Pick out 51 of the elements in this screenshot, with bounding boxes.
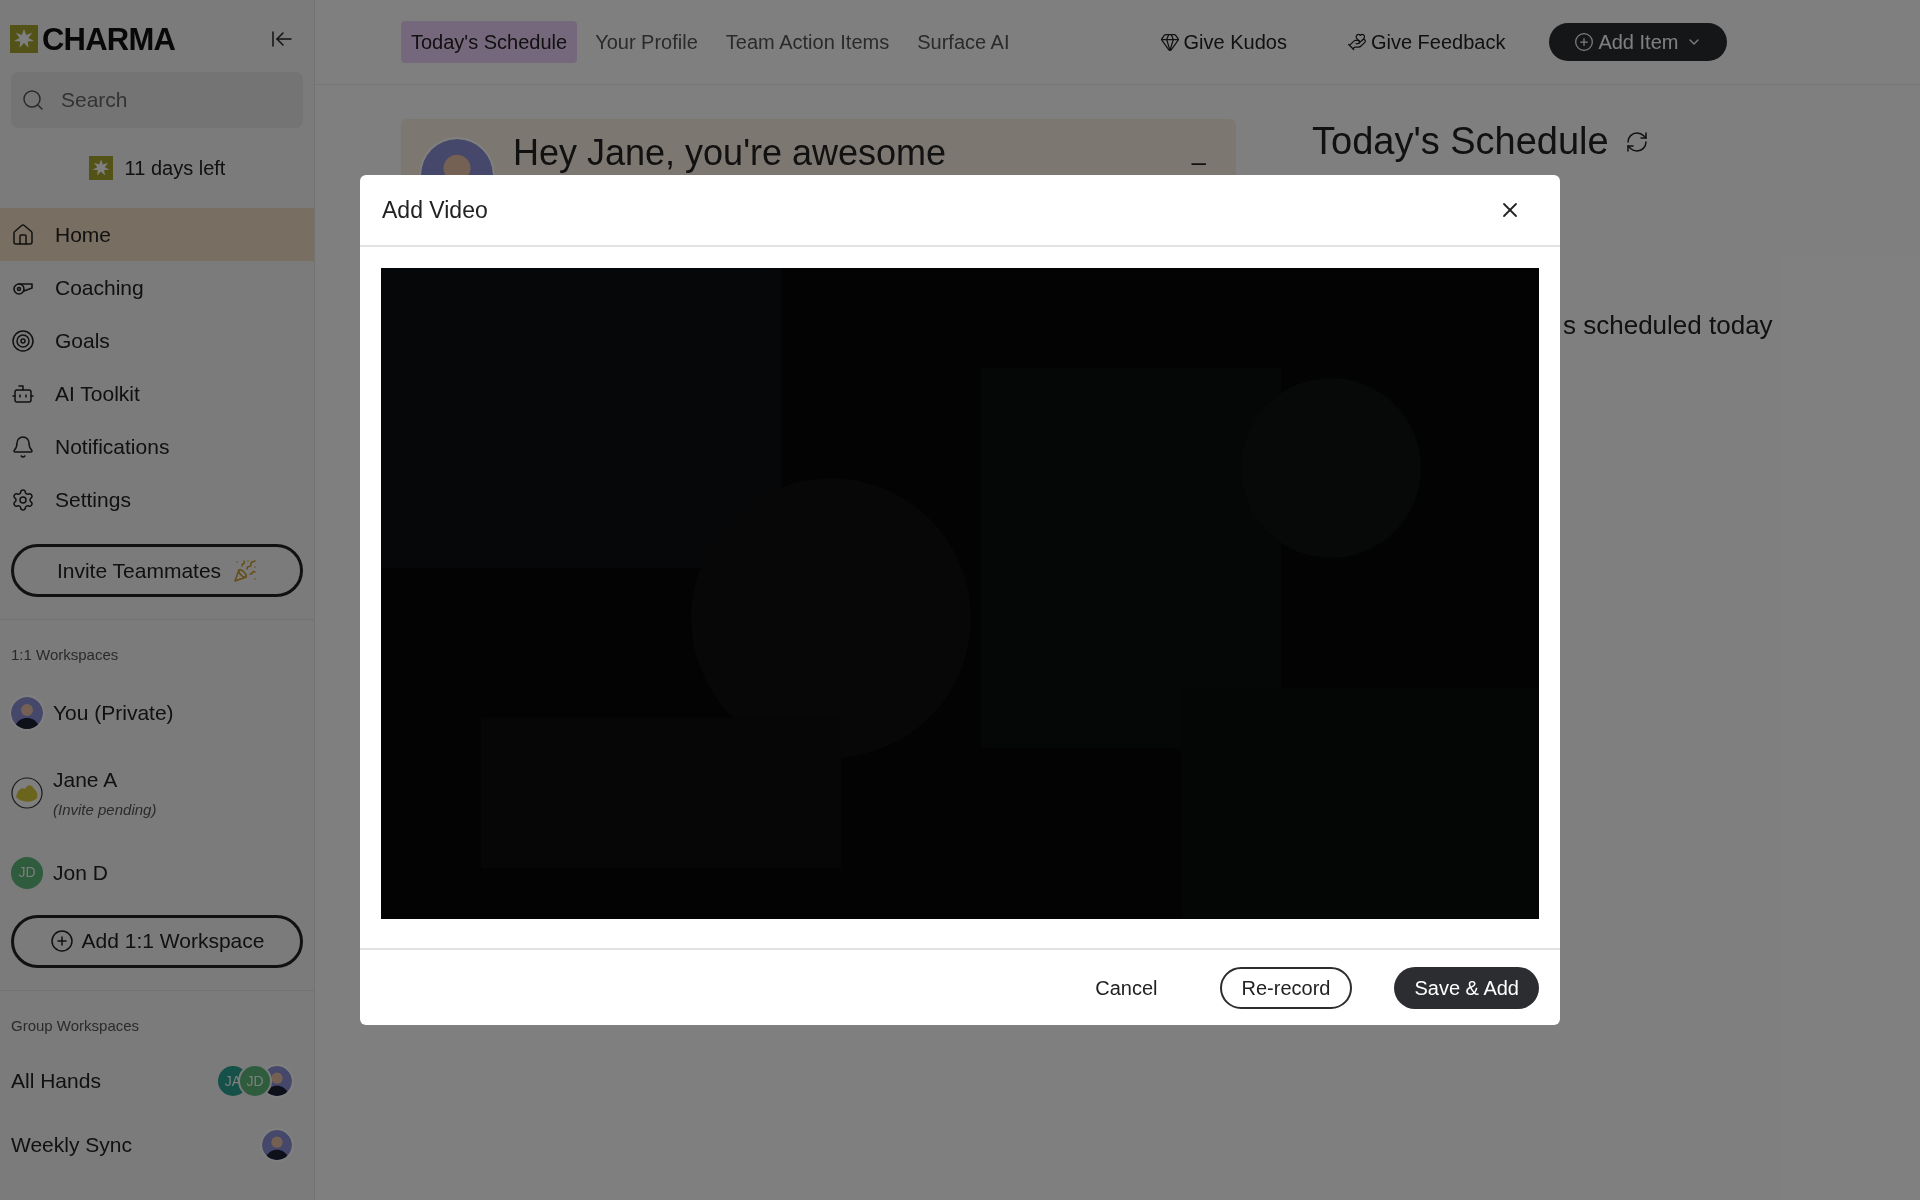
nav-tab[interactable]: Your Profile bbox=[585, 21, 708, 63]
nav-tab[interactable]: Surface AI bbox=[907, 21, 1020, 63]
invite-teammates-button[interactable]: Invite Teammates bbox=[11, 544, 303, 597]
nav-item[interactable]: AI Toolkit bbox=[0, 367, 314, 420]
logo-text: CHARMA bbox=[42, 23, 176, 55]
gem-icon bbox=[1159, 32, 1180, 52]
nav-tab[interactable]: Today's Schedule bbox=[401, 21, 578, 63]
bell-icon bbox=[11, 434, 35, 459]
nav-tab[interactable]: Team Action Items bbox=[715, 21, 900, 63]
search-icon bbox=[21, 88, 45, 112]
logo-icon bbox=[88, 156, 113, 180]
settings-icon bbox=[11, 487, 35, 512]
workspace-item[interactable]: JD Jon D bbox=[0, 840, 314, 905]
house-icon bbox=[11, 222, 35, 247]
nav-item[interactable]: Coaching bbox=[0, 261, 314, 314]
give-feedback-button[interactable]: Give Feedback bbox=[1346, 27, 1506, 57]
schedule-title: Today's Schedule bbox=[1312, 119, 1609, 164]
nav-item[interactable]: Settings bbox=[0, 473, 314, 526]
dialog-title: Add Video bbox=[382, 195, 488, 225]
collapse-button[interactable]: – bbox=[1191, 143, 1206, 182]
card-title: Hey Jane, you're awesome bbox=[513, 135, 948, 171]
invite-pending-note: (Invite pending) bbox=[53, 800, 157, 820]
section-heading: Group Workspaces bbox=[10, 1015, 141, 1036]
nav-item[interactable]: Goals bbox=[0, 314, 314, 367]
cancel-button[interactable]: Cancel bbox=[1075, 966, 1178, 1009]
empty-schedule-text: s scheduled today bbox=[1563, 309, 1773, 342]
search-field[interactable]: Search bbox=[11, 72, 303, 128]
workspace-item[interactable]: You (Private) bbox=[0, 680, 314, 745]
add-workspace-button[interactable]: Add 1:1 Workspace bbox=[11, 914, 303, 968]
avatar: JD bbox=[11, 856, 43, 889]
avatar bbox=[11, 696, 43, 729]
rerecord-button[interactable]: Re-record bbox=[1219, 966, 1353, 1009]
hand-heart-icon bbox=[1346, 32, 1367, 52]
plus-icon bbox=[49, 929, 74, 953]
avatar bbox=[11, 776, 43, 809]
section-heading: 1:1 Workspaces bbox=[10, 645, 120, 665]
workspace-item[interactable]: Weekly Sync bbox=[0, 1113, 314, 1177]
party-popper-icon bbox=[233, 558, 258, 583]
save-button[interactable]: Save & Add bbox=[1394, 966, 1539, 1009]
logo-icon bbox=[10, 25, 38, 53]
avatar: JD bbox=[240, 1066, 270, 1096]
trial-days-left: 11 days left bbox=[124, 156, 226, 181]
give-kudos-button[interactable]: Give Kudos bbox=[1159, 27, 1287, 57]
plus-icon bbox=[1574, 32, 1595, 52]
workspace-item[interactable]: Jane A (Invite pending) bbox=[0, 744, 314, 841]
nav-item[interactable]: Notifications bbox=[0, 420, 314, 473]
add-item-button[interactable]: Add Item bbox=[1549, 23, 1728, 61]
avatar bbox=[262, 1130, 292, 1160]
refresh-icon[interactable] bbox=[1624, 129, 1649, 154]
nav-item[interactable]: Home bbox=[0, 208, 314, 261]
target-icon bbox=[11, 328, 35, 353]
